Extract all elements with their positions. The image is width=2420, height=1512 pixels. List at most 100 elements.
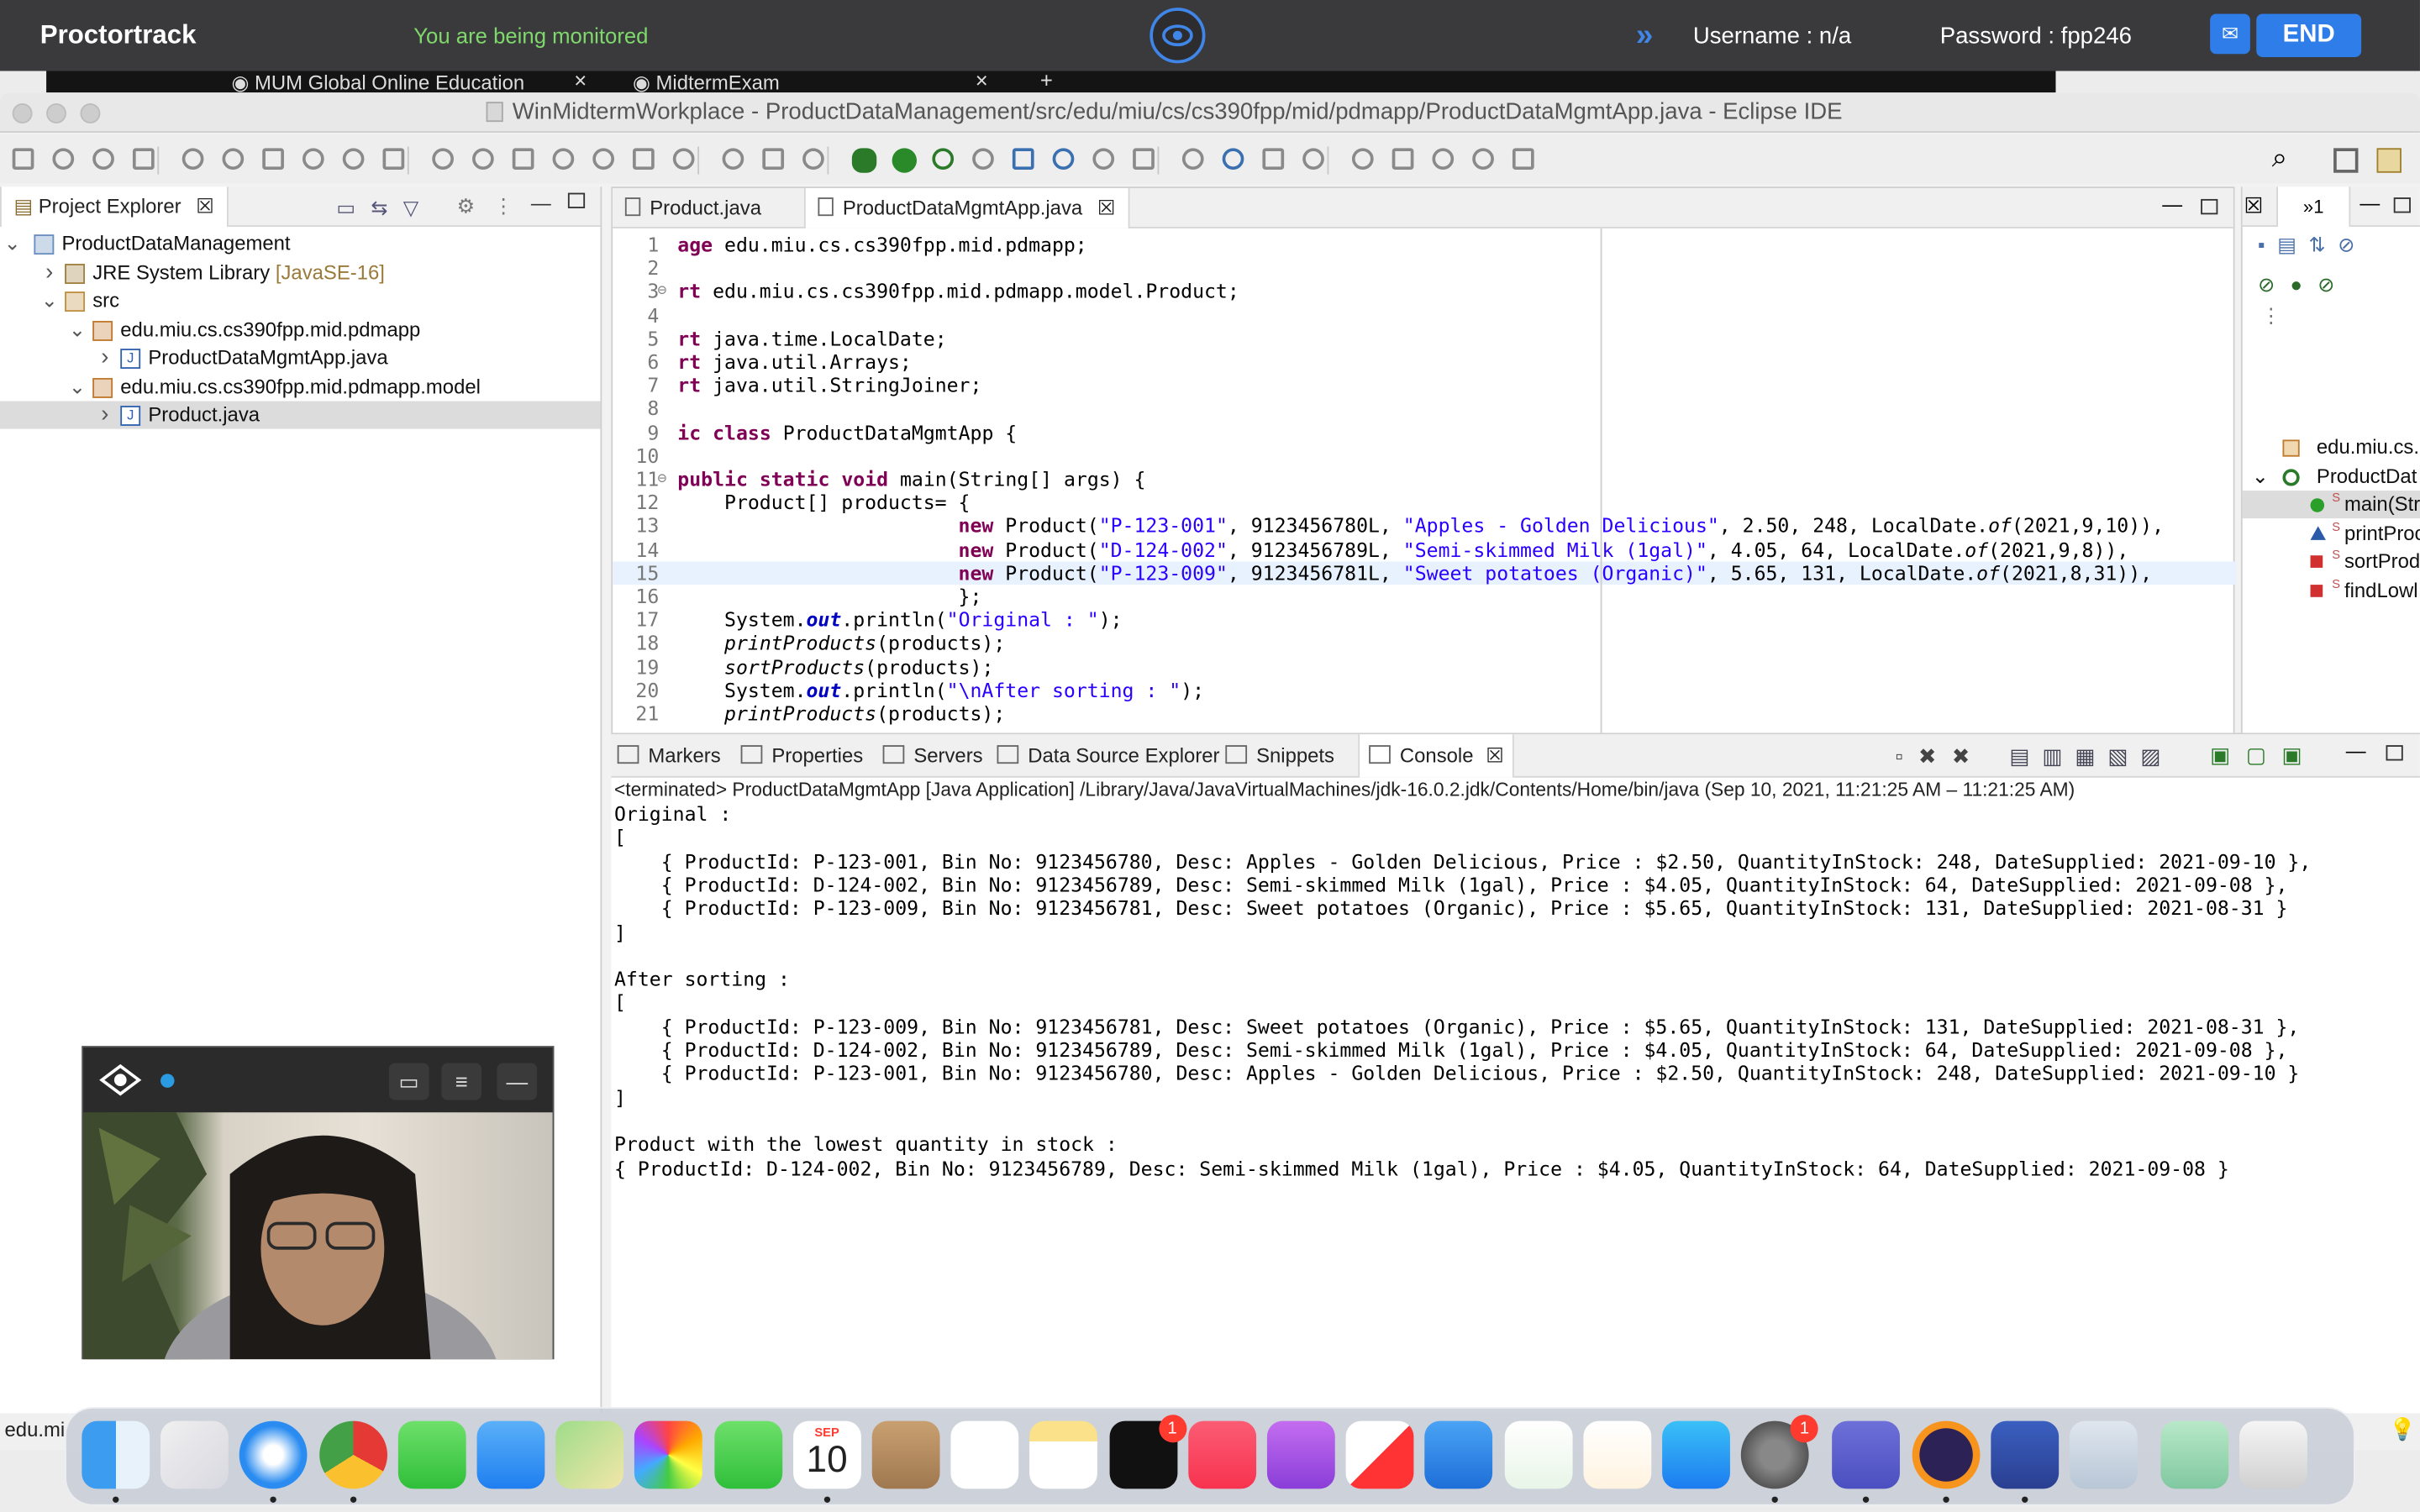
step-over-icon[interactable]: [672, 148, 695, 171]
open-perspective-icon[interactable]: [1512, 148, 1534, 171]
step-return-icon[interactable]: [722, 148, 744, 171]
chevron-right-icon[interactable]: »: [1636, 18, 1653, 54]
outline-item[interactable]: ⌄ ProductDat: [2243, 462, 2420, 490]
search-icon[interactable]: ⌕: [2272, 142, 2296, 173]
browser-tab[interactable]: ◉ MUM Global Online Education: [232, 71, 525, 92]
maximize-view-icon[interactable]: [2393, 197, 2411, 213]
toggle-mark-icon[interactable]: [222, 148, 245, 171]
outline-item[interactable]: printProc S: [2243, 519, 2420, 547]
chevron-down-icon[interactable]: ⌄: [3, 230, 22, 258]
end-button[interactable]: END: [2256, 13, 2362, 57]
block-select-icon[interactable]: [262, 148, 284, 171]
new-tab-icon[interactable]: +: [1040, 71, 1053, 92]
minimize-view-icon[interactable]: —: [2346, 739, 2366, 763]
suspend-icon[interactable]: [512, 148, 534, 171]
minimize-window-button[interactable]: [46, 103, 66, 123]
tree-item[interactable]: ⌄ edu.miu.cs.cs390fpp.mid.pdmapp: [0, 316, 600, 344]
reminders-icon[interactable]: [950, 1420, 1019, 1489]
launchpad-icon[interactable]: [160, 1420, 229, 1489]
minimize-icon[interactable]: —: [497, 1063, 538, 1100]
view-menu-icon[interactable]: ⋮: [2261, 304, 2281, 328]
notes-icon[interactable]: [1029, 1420, 1098, 1489]
view-menu-icon[interactable]: ⚙⋮: [457, 194, 532, 218]
trash-icon[interactable]: [2239, 1420, 2308, 1489]
coverage-icon[interactable]: [932, 148, 955, 171]
pin-icon[interactable]: [132, 148, 155, 171]
view-toolbar-icons[interactable]: ▭⇆▽: [336, 196, 434, 220]
app-store-icon[interactable]: [1662, 1420, 1730, 1489]
open-type-icon[interactable]: [1092, 148, 1115, 171]
outline-toolbar-icons[interactable]: ▪▤⇅⊘: [2258, 233, 2367, 257]
webcam-overlay[interactable]: ▭ ≡ —: [82, 1046, 555, 1360]
terminal-icon[interactable]: [382, 148, 405, 171]
safari-icon[interactable]: [239, 1420, 308, 1489]
outline-overflow-tab[interactable]: »1: [2276, 186, 2351, 227]
preview-icon[interactable]: [2070, 1420, 2138, 1489]
step-into-icon[interactable]: [633, 148, 655, 171]
news-icon[interactable]: [1345, 1420, 1414, 1489]
outline-filter-icons[interactable]: ⊘●⊘: [2258, 273, 2350, 297]
minimize-view-icon[interactable]: —: [531, 192, 551, 215]
tv-icon[interactable]: 1: [1108, 1415, 1186, 1489]
open-task-icon[interactable]: [1133, 148, 1155, 171]
chevron-right-icon[interactable]: ›: [40, 259, 59, 286]
new-java-project-icon[interactable]: [1012, 148, 1034, 171]
tree-item[interactable]: › JRE System Library [JavaSE-16]: [0, 259, 600, 286]
chevron-down-icon[interactable]: ⌄: [68, 373, 87, 401]
pages-icon[interactable]: [1583, 1420, 1651, 1489]
minimize-editor-icon[interactable]: —: [2162, 193, 2182, 217]
terminate-icon[interactable]: [552, 148, 575, 171]
atom-icon[interactable]: [2160, 1420, 2229, 1489]
forward-icon[interactable]: [1472, 148, 1494, 171]
console-pin-icons[interactable]: ▣▢▣: [2210, 742, 2317, 768]
fold-icon[interactable]: ⊖: [657, 280, 666, 303]
close-icon[interactable]: ☒: [1097, 196, 1115, 219]
tree-item[interactable]: › J ProductDataMgmtApp.java: [0, 344, 600, 372]
search-icon[interactable]: [1181, 148, 1204, 171]
disconnect-icon[interactable]: [592, 148, 615, 171]
close-window-button[interactable]: [12, 103, 33, 123]
maximize-editor-icon[interactable]: [2201, 198, 2218, 215]
debug-icon[interactable]: [851, 148, 877, 173]
chat-icon[interactable]: ▭: [388, 1063, 429, 1100]
external-tools-icon[interactable]: [972, 148, 994, 171]
close-icon[interactable]: ☒: [196, 194, 213, 218]
chevron-right-icon[interactable]: ›: [96, 344, 114, 372]
system-preferences-icon[interactable]: 1: [1741, 1415, 1818, 1489]
tab-markers[interactable]: Markers: [617, 734, 721, 777]
drop-to-frame-icon[interactable]: [802, 148, 824, 171]
new-icon[interactable]: [12, 148, 34, 171]
mail-icon[interactable]: [476, 1420, 545, 1489]
menu-icon[interactable]: ≡: [441, 1063, 482, 1100]
run-icon[interactable]: [892, 148, 917, 173]
prev-annotation-icon[interactable]: [1351, 148, 1374, 171]
keynote-icon[interactable]: [1424, 1420, 1493, 1489]
console-toolbar-icons[interactable]: ▫✖✖: [1895, 743, 1985, 769]
close-icon[interactable]: ×: [574, 71, 587, 92]
calendar-icon[interactable]: SEP 10: [792, 1420, 861, 1489]
skip-breakpoints-icon[interactable]: [432, 148, 454, 171]
tree-item[interactable]: › J Product.java: [0, 401, 601, 429]
save-all-icon[interactable]: [92, 148, 114, 171]
chat-icon[interactable]: ✉: [2210, 13, 2250, 55]
chevron-down-icon[interactable]: ⌄: [40, 287, 59, 315]
java-perspective-icon[interactable]: [2376, 148, 2402, 173]
eclipse-icon[interactable]: [1911, 1420, 1980, 1489]
tree-item[interactable]: ⌄ src: [0, 287, 600, 315]
editor-tab-productdatamgmtapp[interactable]: ProductDataMgmtApp.java ☒: [803, 188, 1129, 228]
console-view-icons[interactable]: ▤▥▦▧▨: [2009, 743, 2173, 769]
editor-tab-product[interactable]: Product.java: [613, 188, 774, 228]
photos-icon[interactable]: [634, 1420, 703, 1489]
chevron-down-icon[interactable]: ⌄: [2252, 462, 2269, 490]
tab-project-explorer[interactable]: ▤ Project Explorer ☒: [0, 186, 229, 227]
chrome-icon[interactable]: [318, 1420, 387, 1489]
back-icon[interactable]: [1432, 148, 1455, 171]
chevron-right-icon[interactable]: ›: [96, 402, 114, 429]
music-icon[interactable]: [1187, 1420, 1256, 1489]
next-annotation-icon[interactable]: [1302, 148, 1324, 171]
minimize-view-icon[interactable]: —: [2360, 192, 2380, 215]
tab-servers[interactable]: Servers: [882, 734, 983, 777]
save-icon[interactable]: [52, 148, 75, 171]
open-perspective-icon[interactable]: [2333, 148, 2359, 173]
maximize-view-icon[interactable]: [2386, 745, 2403, 761]
